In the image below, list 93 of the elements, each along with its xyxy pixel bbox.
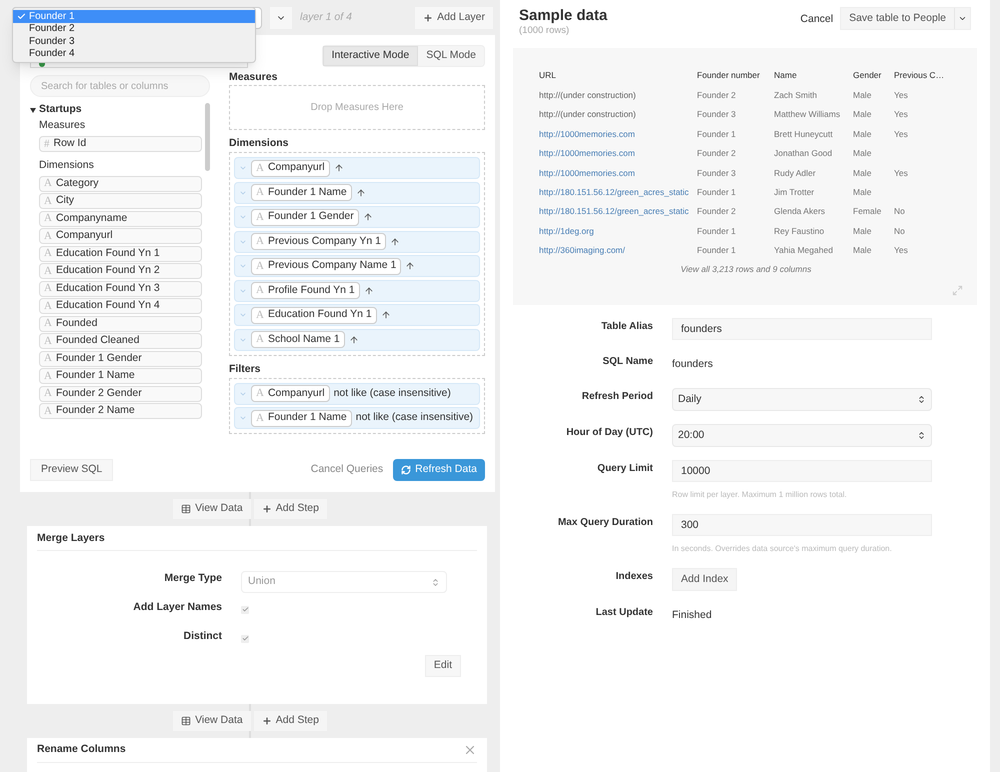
type-glyph: A xyxy=(44,246,52,262)
type-glyph: A xyxy=(44,316,52,332)
panel-title: Sample data xyxy=(519,6,608,26)
setting-label: Refresh Period xyxy=(580,390,653,404)
table-cell-text: Founder 3 xyxy=(697,166,737,180)
type-glyph: A xyxy=(44,194,52,209)
type-glyph: A xyxy=(256,234,264,250)
type-glyph: # xyxy=(44,136,50,152)
type-glyph: A xyxy=(44,176,52,192)
column-header: Name xyxy=(774,69,798,82)
table-cell-text: No xyxy=(894,205,906,218)
table-cell-text: Matthew Williams xyxy=(774,108,842,122)
setting-label: Last Update xyxy=(594,606,653,620)
type-glyph: A xyxy=(256,258,264,274)
url-text: http://(under construction) xyxy=(539,89,637,102)
setting-label: SQL Name xyxy=(602,355,653,369)
table-cell-text: Founder 2 xyxy=(697,205,737,218)
table-cell-text: Male xyxy=(853,186,872,199)
table-cell-text: Rey Faustino xyxy=(774,224,826,238)
setting-label: Hour of Day (UTC) xyxy=(565,426,653,440)
type-glyph: A xyxy=(256,185,264,200)
table-cell-text: Founder 2 xyxy=(697,89,737,102)
section-heading: Dimensions xyxy=(229,136,290,151)
type-glyph: A xyxy=(256,283,264,298)
type-glyph: A xyxy=(44,368,52,384)
table-cell-text: Yes xyxy=(894,108,909,122)
type-glyph: A xyxy=(256,308,264,323)
table-cell-text: Brett Huneycutt xyxy=(774,128,834,141)
table-cell-text: Male xyxy=(853,89,872,102)
card-title: Rename Columns xyxy=(37,742,126,758)
column-header: URL xyxy=(539,69,558,82)
table-cell-text: No xyxy=(894,224,906,238)
field-label: Distinct xyxy=(182,629,222,644)
type-glyph: A xyxy=(44,298,52,314)
table-cell-text: Yes xyxy=(894,89,909,102)
type-glyph: A xyxy=(44,211,52,226)
table-cell-text: Male xyxy=(853,108,872,122)
type-glyph: A xyxy=(256,386,264,402)
type-glyph: A xyxy=(44,281,52,296)
type-glyph: A xyxy=(44,228,52,244)
type-glyph: A xyxy=(44,404,52,419)
section-heading: Filters xyxy=(229,362,262,376)
type-glyph: A xyxy=(44,264,52,279)
help-text: In seconds. Overrides data source's maximum query duration. xyxy=(672,543,893,555)
type-glyph: A xyxy=(256,210,264,225)
section-heading: Dimensions xyxy=(39,158,95,172)
table-cell-text: Jim Trotter xyxy=(774,186,816,199)
table-cell-text: Male xyxy=(853,244,872,258)
section-heading: Measures xyxy=(229,70,278,85)
table-cell-text: Yes xyxy=(894,128,909,141)
table-cell-text: Rudy Adler xyxy=(774,166,817,180)
type-glyph: A xyxy=(44,334,52,349)
setting-label: Query Limit xyxy=(596,462,653,476)
table-cell-text: Founder 1 xyxy=(697,244,737,258)
table-cell-text: Yes xyxy=(894,244,909,258)
table-cell-text: Male xyxy=(853,224,872,238)
setting-value: founders xyxy=(672,357,714,372)
table-cell-text: Jonathan Good xyxy=(774,147,834,160)
field-label: Merge Type xyxy=(163,571,222,586)
setting-label: Max Query Duration xyxy=(556,516,653,530)
section-heading: Measures xyxy=(39,118,86,133)
help-text: Row limit per layer. Maximum 1 million rows total. xyxy=(672,489,848,501)
table-cell-text: Female xyxy=(853,205,882,218)
table-cell-text: Male xyxy=(853,166,872,180)
setting-label: Table Alias xyxy=(600,320,653,334)
column-header: Previous C… xyxy=(894,69,946,82)
type-glyph: A xyxy=(44,351,52,366)
url-text: http://(under construction) xyxy=(539,108,637,122)
filter-operator: not like (case insensitive) xyxy=(356,410,474,426)
type-glyph: A xyxy=(256,410,264,426)
table-cell-text: Yes xyxy=(894,166,909,180)
type-glyph: A xyxy=(256,332,264,348)
column-header: Founder number xyxy=(697,69,761,82)
field-label: Add Layer Names xyxy=(132,600,222,615)
layer-position: layer 1 of 4 xyxy=(300,10,352,25)
table-cell-text: Founder 1 xyxy=(697,128,737,141)
table-cell-text: Founder 1 xyxy=(697,224,737,238)
setting-value: Finished xyxy=(672,608,713,623)
table-cell-text: Male xyxy=(853,128,872,141)
row-count: (1000 rows) xyxy=(519,26,570,36)
table-cell-text: Zach Smith xyxy=(774,89,818,102)
filter-operator: not like (case insensitive) xyxy=(334,386,451,401)
table-cell-text: Founder 3 xyxy=(697,108,737,122)
table-cell-text: Yahia Megahed xyxy=(774,244,834,258)
table-cell-text: Founder 1 xyxy=(697,186,737,199)
table-cell-text: Founder 2 xyxy=(697,147,737,160)
table-cell-text: Glenda Akers xyxy=(774,205,826,218)
table-cell-text: Male xyxy=(853,147,872,160)
card-title: Merge Layers xyxy=(37,526,477,551)
column-header: Gender xyxy=(853,69,882,82)
setting-label: Indexes xyxy=(614,570,653,584)
type-glyph: A xyxy=(44,386,52,402)
type-glyph: A xyxy=(256,160,264,176)
